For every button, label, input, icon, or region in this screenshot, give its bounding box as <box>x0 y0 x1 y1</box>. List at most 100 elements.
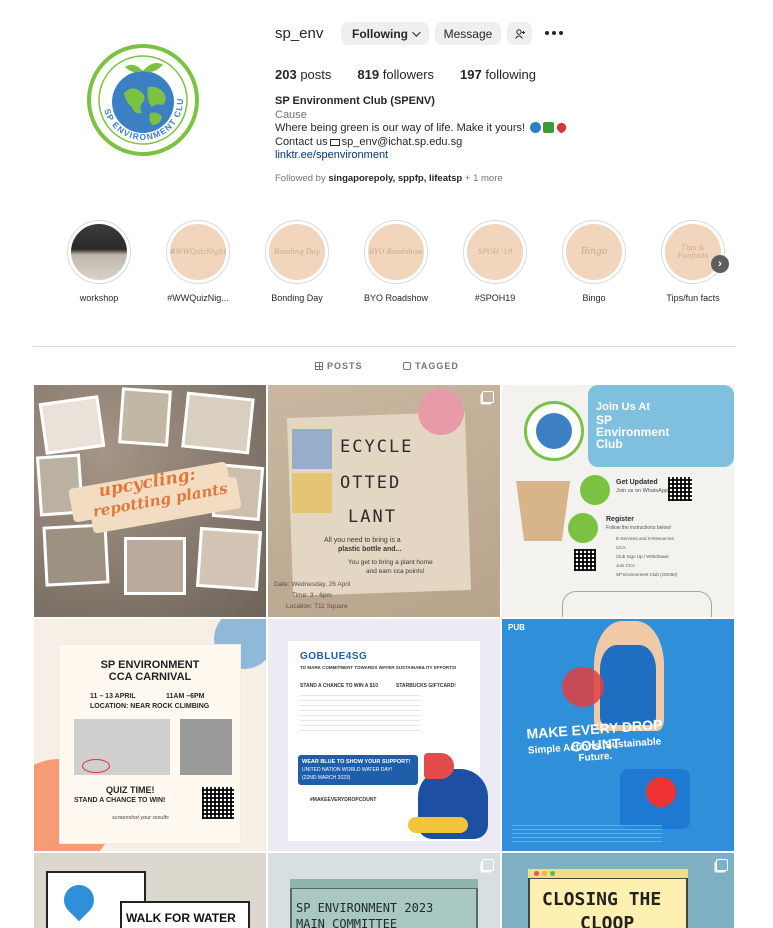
tab-posts[interactable]: POSTS <box>315 361 363 371</box>
post-time: Time: 3 - 6pm <box>292 592 332 599</box>
post-make-every-drop-count[interactable]: PUB MAKE EVERY DROP COUNT Simple Actions… <box>502 619 734 851</box>
highlight-cover: #WWQuizNight <box>170 224 226 280</box>
add-person-icon <box>514 28 525 39</box>
highlight-cover: Tips & Funfacts <box>665 224 721 280</box>
following-stat[interactable]: 197 following <box>460 67 536 82</box>
post-location: LOCATION: NEAR ROCK CLIMBING <box>90 703 210 710</box>
posts-stat: 203 posts <box>275 67 332 82</box>
post-screenshot: screenshot your results <box>112 815 169 821</box>
highlight-bonding-day[interactable]: Bonding Day Bonding Day <box>265 220 329 303</box>
heart-emoji-icon <box>555 120 569 135</box>
post-title: GOBLUE4SG <box>300 651 368 662</box>
club-logo-icon: SP ENVIRONMENT CLUB <box>86 43 199 156</box>
post-chance: STAND A CHANCE TO WIN A $10 <box>300 683 378 689</box>
highlight-spoh19[interactable]: SPOH '19 #SPOH19 <box>463 220 527 303</box>
highlight-label: #SPOH19 <box>474 293 516 303</box>
highlight-cover <box>71 224 127 280</box>
profile-full-name: SP Environment Club (SPENV) <box>275 95 435 107</box>
post-title-line2: MAIN COMMITTEE <box>296 917 398 928</box>
highlight-tips[interactable]: Tips & Funfacts Tips/fun facts <box>661 220 725 303</box>
post-body: You get to bring a plant home <box>348 559 433 566</box>
following-label: Following <box>352 26 408 41</box>
highlight-cover: BYO Roadshow <box>368 224 424 280</box>
grid-icon <box>315 362 323 370</box>
post-wwd: UNITED NATION WORLD WATER DAY! <box>302 767 393 773</box>
following-button[interactable]: Following <box>341 22 429 45</box>
post-steps: E-Services and S-Resources CCA Club Sign… <box>616 536 678 577</box>
post-body: plastic bottle and... <box>338 546 402 553</box>
post-body: All you need to bring is a <box>324 537 401 544</box>
carousel-icon <box>482 859 494 871</box>
highlight-byo-roadshow[interactable]: BYO Roadshow BYO Roadshow <box>364 220 428 303</box>
post-time: 11AM –6PM <box>166 693 205 700</box>
post-title-line2: CLOOP <box>580 913 635 928</box>
highlight-label: Tips/fun facts <box>666 293 720 303</box>
carousel-icon <box>716 859 728 871</box>
highlight-label: Bonding Day <box>271 293 323 303</box>
post-upcycling[interactable]: upcycling: repotting plants <box>34 385 266 617</box>
bio-link[interactable]: linktr.ee/spenvironment <box>275 149 388 161</box>
highlights-next-button[interactable]: › <box>711 255 729 273</box>
post-get-updated-sub: Join us on WhatsApp! <box>616 488 670 494</box>
post-main-committee[interactable]: SP ENVIRONMENT 2023 MAIN COMMITTEE <box>268 853 500 928</box>
message-button[interactable]: Message <box>435 22 501 45</box>
profile-username: sp_env <box>275 25 324 42</box>
post-quiz: QUIZ TIME! <box>106 785 155 795</box>
followers-stat[interactable]: 819 followers <box>357 67 434 82</box>
profile-avatar[interactable]: SP ENVIRONMENT CLUB <box>86 43 200 157</box>
tagged-icon <box>403 362 411 370</box>
highlight-cover: Bonding Day <box>269 224 325 280</box>
profile-category: Cause <box>275 109 307 121</box>
post-title-line1: CLOSING THE <box>542 889 662 910</box>
highlight-cover: Bingo <box>566 224 622 280</box>
globe-emoji-icon <box>530 122 542 133</box>
highlight-cover: SPOH '19 <box>467 224 523 280</box>
suggest-user-button[interactable] <box>507 22 532 45</box>
post-closing-the-loop[interactable]: CLOSING THE CLOOP <box>502 853 734 928</box>
highlight-label: workshop <box>79 293 119 303</box>
post-brand: PUB <box>508 623 525 632</box>
post-goblue4sg[interactable]: GOBLUE4SG TO MARK COMMITMENT TOWARDS WAT… <box>268 619 500 851</box>
highlight-bingo[interactable]: Bingo Bingo <box>562 220 626 303</box>
post-win: STAND A CHANCE TO WIN! <box>74 797 166 804</box>
post-location: Location: T11 Square <box>286 603 348 610</box>
highlight-workshop[interactable]: workshop <box>67 220 131 303</box>
post-brand: STARBUCKS GIFTCARD! <box>396 683 456 689</box>
post-register: Register <box>606 516 635 523</box>
highlight-quiz-night[interactable]: #WWQuizNight #WWQuizNig... <box>166 220 230 303</box>
post-title-line1: ECYCLE <box>340 437 414 457</box>
post-dates: 11 – 13 APRIL <box>90 693 136 700</box>
post-hashtag: #MAKEEVERYDROPCOUNT <box>310 797 377 803</box>
followed-by[interactable]: Followed by singaporepoly, sppfp, lifeat… <box>275 173 503 184</box>
post-walk-for-water[interactable]: WALK FOR WATER <box>34 853 266 928</box>
post-date: (22ND MARCH 2023) <box>302 775 351 781</box>
post-heading: Join Us At <box>596 401 650 413</box>
post-title-line2: CCA CARNIVAL <box>108 671 192 683</box>
tabs-divider <box>33 346 736 347</box>
post-title-line1: SP ENVIRONMENT 2023 <box>296 901 434 915</box>
post-title-line1: SP ENVIRONMENT <box>100 659 200 671</box>
chevron-right-icon: › <box>718 258 722 270</box>
post-title-line3: LANT <box>348 507 397 527</box>
recycle-emoji-icon <box>543 122 555 133</box>
post-get-updated: Get Updated <box>616 479 658 486</box>
post-join-us[interactable]: Join Us At SP Environment Club Get Updat… <box>502 385 734 617</box>
post-date: Date: Wednesday, 26 April <box>274 581 351 588</box>
highlight-label: Bingo <box>582 293 606 303</box>
bio-contact: Contact us sp_env@ichat.sp.edu.sg <box>275 136 463 148</box>
post-title: WALK FOR WATER <box>126 911 236 925</box>
profile-stats: 203 posts 819 followers 197 following <box>275 67 562 82</box>
mail-icon <box>329 139 340 146</box>
tab-tagged[interactable]: TAGGED <box>403 361 459 371</box>
post-wear-blue: WEAR BLUE TO SHOW YOUR SUPPORT! <box>302 759 411 765</box>
post-recycle-potted-plant[interactable]: ECYCLE OTTED LANT All you need to bring … <box>268 385 500 617</box>
post-body: and earn cca points! <box>366 568 425 575</box>
highlight-label: BYO Roadshow <box>363 293 429 303</box>
more-options-icon[interactable] <box>545 31 563 35</box>
post-sub: TO MARK COMMITMENT TOWARDS WATER SUSTAIN… <box>300 665 457 670</box>
post-cca-carnival[interactable]: SP ENVIRONMENT CCA CARNIVAL 11 – 13 APRI… <box>34 619 266 851</box>
post-title-line2: OTTED <box>340 473 402 493</box>
post-register-sub: Follow the instructions below! <box>606 525 672 531</box>
carousel-icon <box>482 391 494 403</box>
chevron-down-icon <box>412 27 421 37</box>
